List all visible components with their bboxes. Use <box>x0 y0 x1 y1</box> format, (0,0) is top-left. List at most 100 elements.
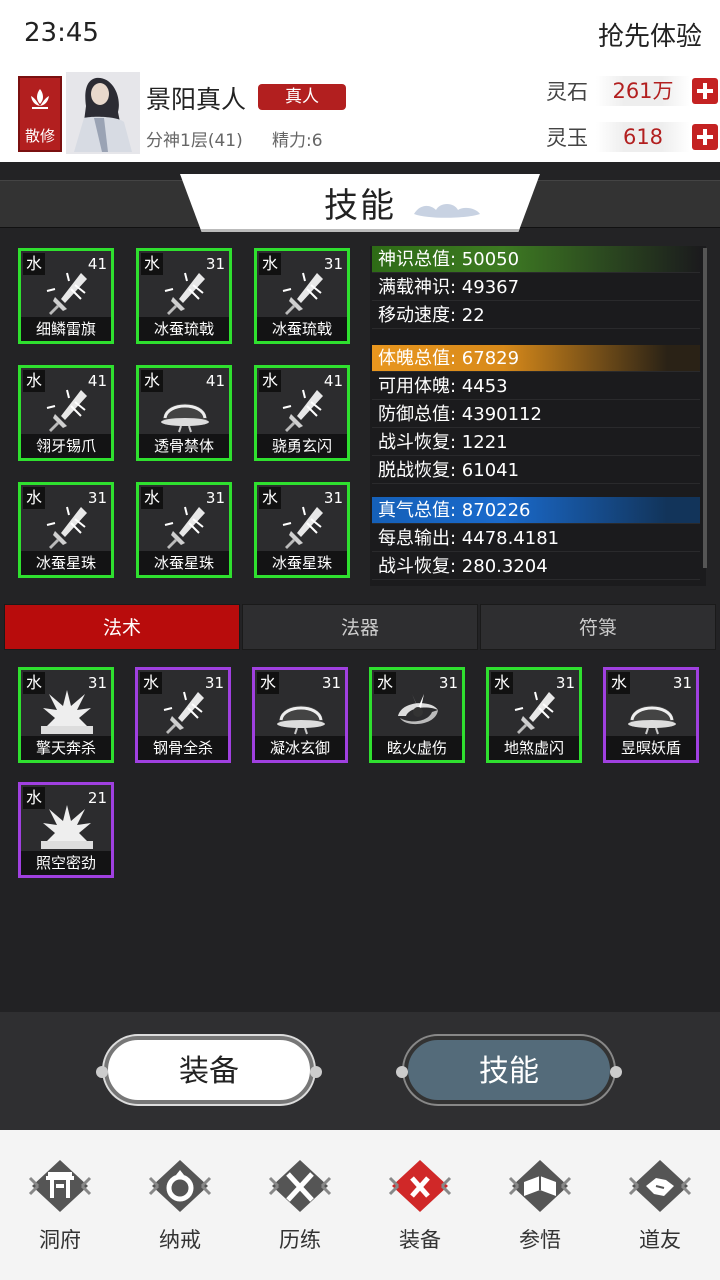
skill-name: 昱暝妖盾 <box>606 736 696 760</box>
vortex-icon <box>398 694 438 725</box>
tab-spells[interactable]: 法术 <box>4 604 240 650</box>
stat-row: 每息输出: 4478.4181 <box>372 525 700 552</box>
crossed-swords-icon <box>268 1160 332 1212</box>
shield-dome-icon <box>628 705 676 735</box>
sword-icon <box>46 272 87 315</box>
cloud-ornament-icon <box>414 204 480 218</box>
energy-value: 精力:6 <box>272 131 323 151</box>
skill-tile[interactable]: 水 31 凝冰玄御 <box>252 667 348 763</box>
skill-tile[interactable]: 水 41 细鳞雷旗 <box>18 248 114 344</box>
sword-icon <box>46 389 87 432</box>
tab-artifacts[interactable]: 法器 <box>242 604 478 650</box>
handshake-icon <box>628 1160 692 1212</box>
sword-icon <box>514 691 555 734</box>
sect-label: 散修 <box>24 127 55 145</box>
realm-level: 分神1层(41) <box>146 131 243 151</box>
stats-scrollbar[interactable] <box>703 248 707 568</box>
skill-tile[interactable]: 水 31 钢骨全杀 <box>135 667 231 763</box>
skill-tile[interactable]: 水 31 冰蚕琉戟 <box>254 248 350 344</box>
stat-row: 移动速度: 22 <box>372 302 700 329</box>
sword-icon <box>282 506 323 549</box>
skill-mode-button[interactable]: 技能 <box>396 1036 622 1104</box>
skill-tile[interactable]: 水 41 翎牙锡爪 <box>18 365 114 461</box>
nav-item-close[interactable]: 装备 <box>360 1130 480 1280</box>
tab-talismans[interactable]: 符箓 <box>480 604 716 650</box>
skill-tile[interactable]: 水 31 冰蚕星珠 <box>136 482 232 578</box>
bottom-navigation: 洞府 纳戒 历练 装备 参悟 道友 <box>0 1130 720 1280</box>
rank-badge: 真人 <box>258 84 346 110</box>
stat-group-header: 真气总值: 870226 <box>372 497 700 524</box>
sword-icon <box>46 506 87 549</box>
skill-name: 骁勇玄闪 <box>257 434 347 458</box>
stat-row: 战斗恢复: 1221 <box>372 429 700 456</box>
nav-label: 道友 <box>639 1228 681 1252</box>
skill-tile[interactable]: 水 31 冰蚕星珠 <box>18 482 114 578</box>
equipment-mode-button[interactable]: 装备 <box>96 1036 322 1104</box>
burst-icon <box>41 690 93 734</box>
ring-icon <box>148 1160 212 1212</box>
skill-name: 眩火虚伤 <box>372 736 462 760</box>
nav-item-handshake[interactable]: 道友 <box>600 1130 720 1280</box>
sword-icon <box>163 691 204 734</box>
currency-label: 灵玉 <box>546 126 588 150</box>
gate-icon <box>28 1160 92 1212</box>
skill-tile[interactable]: 水 31 冰蚕星珠 <box>254 482 350 578</box>
currency-value: 261万 <box>596 76 690 106</box>
stat-group-header: 体魄总值: 67829 <box>372 345 700 372</box>
skill-tile[interactable]: 水 31 冰蚕琉戟 <box>136 248 232 344</box>
close-icon <box>388 1160 452 1212</box>
skill-name: 冰蚕琉戟 <box>139 317 229 341</box>
skill-tile[interactable]: 水 41 透骨禁体 <box>136 365 232 461</box>
shield-dome-icon <box>277 705 325 735</box>
currency-value: 618 <box>596 122 690 152</box>
stat-row: 脱战恢复: 61041 <box>372 457 700 484</box>
skill-tile[interactable]: 水 31 地煞虚闪 <box>486 667 582 763</box>
sword-icon <box>164 272 205 315</box>
skill-tile[interactable]: 水 31 擎天奔杀 <box>18 667 114 763</box>
currency-label: 灵石 <box>546 80 588 104</box>
nav-item-book[interactable]: 参悟 <box>480 1130 600 1280</box>
skill-name: 照空密劲 <box>21 851 111 875</box>
shield-dome-icon <box>161 403 209 433</box>
nav-label: 装备 <box>399 1228 441 1252</box>
tab-label: 符箓 <box>578 617 617 639</box>
sect-badge[interactable]: 散修 <box>18 76 62 152</box>
stats-panel: 神识总值: 50050 满载神识: 49367 移动速度: 22 体魄总值: 6782… <box>370 246 706 586</box>
game-screen: { "status": {"time": "23:45", "trial": "… <box>0 0 720 1280</box>
nav-label: 参悟 <box>519 1228 561 1252</box>
stat-row: 防御总值: 4390112 <box>372 401 700 428</box>
button-ornament <box>310 1066 322 1078</box>
add-spirit-stone-button[interactable] <box>692 78 718 104</box>
nav-item-crossed-swords[interactable]: 历练 <box>240 1130 360 1280</box>
skill-tile[interactable]: 水 31 昱暝妖盾 <box>603 667 699 763</box>
tab-label: 法术 <box>102 617 141 639</box>
skill-name: 翎牙锡爪 <box>21 434 111 458</box>
nav-item-ring[interactable]: 纳戒 <box>120 1130 240 1280</box>
avatar[interactable] <box>66 72 140 154</box>
status-bar: 23:45 抢先体验 <box>0 0 720 66</box>
skill-tile[interactable]: 水 41 骁勇玄闪 <box>254 365 350 461</box>
nav-item-gate[interactable]: 洞府 <box>0 1130 120 1280</box>
skill-name: 冰蚕琉戟 <box>257 317 347 341</box>
early-access-label[interactable]: 抢先体验 <box>598 16 702 53</box>
character-portrait <box>74 77 132 152</box>
skill-name: 冰蚕星珠 <box>257 551 347 575</box>
skill-name: 凝冰玄御 <box>255 736 345 760</box>
skill-name: 擎天奔杀 <box>21 736 111 760</box>
button-ornament <box>396 1066 408 1078</box>
skill-name: 透骨禁体 <box>139 434 229 458</box>
skill-tile[interactable]: 水 31 眩火虚伤 <box>369 667 465 763</box>
skill-name: 冰蚕星珠 <box>139 551 229 575</box>
add-spirit-jade-button[interactable] <box>692 124 718 150</box>
sword-icon <box>282 272 323 315</box>
skill-tile[interactable]: 水 21 照空密劲 <box>18 782 114 878</box>
player-name: 景阳真人 <box>146 85 247 114</box>
stat-row: 可用体魄: 4453 <box>372 373 700 400</box>
button-label: 装备 <box>179 1054 239 1089</box>
stat-row: 满载神识: 49367 <box>372 274 700 301</box>
stat-group-header: 神识总值: 50050 <box>372 246 700 273</box>
lotus-icon <box>31 89 49 109</box>
sword-icon <box>282 389 323 432</box>
skill-name: 钢骨全杀 <box>138 736 228 760</box>
clock: 23:45 <box>24 18 99 48</box>
